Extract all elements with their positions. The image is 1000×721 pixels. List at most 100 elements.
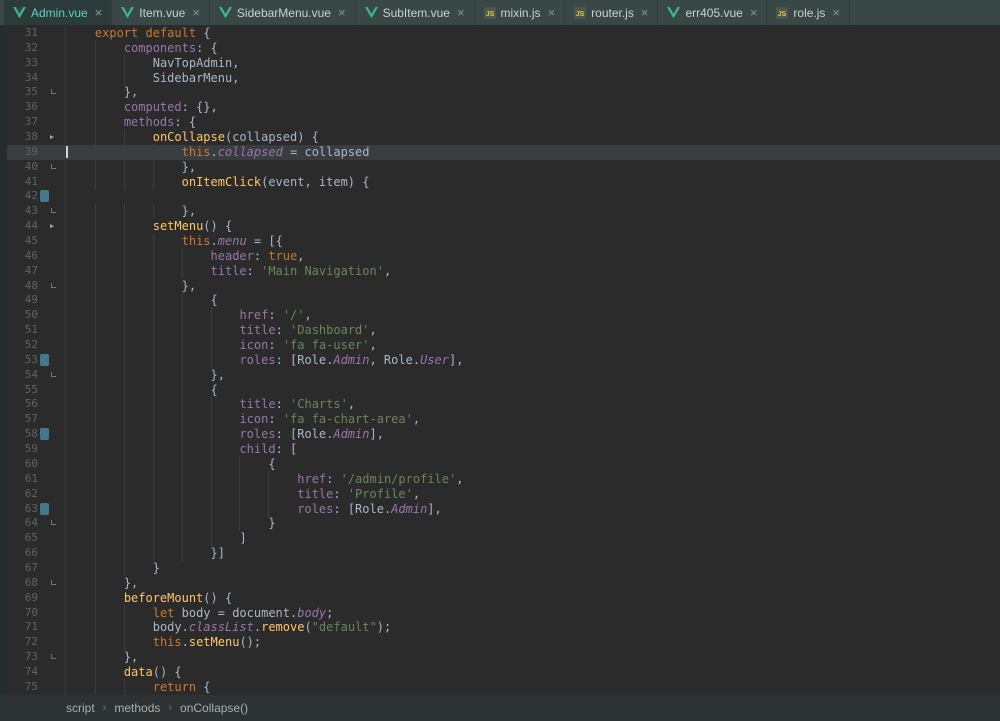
code-text[interactable]: }, xyxy=(66,576,1000,591)
code-line-56[interactable]: 56 title: 'Charts', xyxy=(0,397,1000,412)
gutter[interactable] xyxy=(44,650,66,665)
code-line-64[interactable]: 64 } xyxy=(0,516,1000,531)
code-line-47[interactable]: 47 title: 'Main Navigation', xyxy=(0,264,1000,279)
gutter[interactable] xyxy=(44,531,66,546)
code-text[interactable]: methods: { xyxy=(66,115,1000,130)
fold-end-icon[interactable] xyxy=(51,372,56,377)
code-text[interactable]: header: true, xyxy=(66,249,1000,264)
fold-end-icon[interactable] xyxy=(51,89,56,94)
tab-item-vue[interactable]: Item.vue× xyxy=(112,0,210,25)
code-text[interactable]: }, xyxy=(66,279,1000,294)
gutter[interactable] xyxy=(44,100,66,115)
gutter[interactable] xyxy=(44,279,66,294)
gutter[interactable] xyxy=(44,234,66,249)
gutter[interactable] xyxy=(44,323,66,338)
code-line-35[interactable]: 35 }, xyxy=(0,85,1000,100)
gutter[interactable] xyxy=(44,204,66,219)
code-line-55[interactable]: 55 { xyxy=(0,383,1000,398)
code-line-33[interactable]: 33 NavTopAdmin, xyxy=(0,56,1000,71)
code-text[interactable]: href: '/', xyxy=(66,308,1000,323)
fold-end-icon[interactable] xyxy=(51,520,56,525)
tab-close-icon[interactable]: × xyxy=(338,6,346,19)
code-line-48[interactable]: 48 }, xyxy=(0,279,1000,294)
gutter[interactable] xyxy=(44,472,66,487)
code-text[interactable]: }, xyxy=(66,204,1000,219)
gutter[interactable] xyxy=(44,546,66,561)
code-line-70[interactable]: 70 let body = document.body; xyxy=(0,606,1000,621)
code-line-59[interactable]: 59 child: [ xyxy=(0,442,1000,457)
code-line-66[interactable]: 66 }] xyxy=(0,546,1000,561)
code-line-40[interactable]: 40 }, xyxy=(0,160,1000,175)
code-text[interactable]: beforeMount() { xyxy=(66,591,1000,606)
code-text[interactable]: this.setMenu(); xyxy=(66,635,1000,650)
code-line-65[interactable]: 65 ] xyxy=(0,531,1000,546)
gutter[interactable] xyxy=(44,665,66,680)
tab-close-icon[interactable]: × xyxy=(95,6,103,19)
gutter[interactable] xyxy=(44,189,66,204)
code-text[interactable]: roles: [Role.Admin], xyxy=(66,502,1000,517)
gutter[interactable] xyxy=(44,56,66,71)
gutter[interactable] xyxy=(44,293,66,308)
gutter[interactable] xyxy=(44,71,66,86)
code-line-41[interactable]: 41 onItemClick(event, item) { xyxy=(0,175,1000,190)
code-text[interactable]: computed: {}, xyxy=(66,100,1000,115)
breadcrumb-item[interactable]: script xyxy=(64,701,97,715)
gutter[interactable] xyxy=(44,442,66,457)
gutter[interactable] xyxy=(44,26,66,41)
tab-mixin-js[interactable]: JSmixin.js× xyxy=(475,0,566,25)
code-line-61[interactable]: 61 href: '/admin/profile', xyxy=(0,472,1000,487)
code-line-54[interactable]: 54 }, xyxy=(0,368,1000,383)
code-line-68[interactable]: 68 }, xyxy=(0,576,1000,591)
code-text[interactable]: title: 'Dashboard', xyxy=(66,323,1000,338)
code-text[interactable]: }, xyxy=(66,85,1000,100)
code-line-39[interactable]: 39 this.collapsed = collapsed xyxy=(0,145,1000,160)
code-text[interactable]: components: { xyxy=(66,41,1000,56)
code-text[interactable]: NavTopAdmin, xyxy=(66,56,1000,71)
gutter[interactable] xyxy=(44,85,66,100)
code-line-37[interactable]: 37 methods: { xyxy=(0,115,1000,130)
code-text[interactable]: child: [ xyxy=(66,442,1000,457)
gutter[interactable] xyxy=(44,576,66,591)
gutter[interactable]: ▶ xyxy=(44,219,66,234)
fold-end-icon[interactable] xyxy=(51,208,56,213)
tab-sidebarmenu-vue[interactable]: SidebarMenu.vue× xyxy=(210,0,356,25)
code-text[interactable]: return { xyxy=(66,680,1000,695)
code-line-72[interactable]: 72 this.setMenu(); xyxy=(0,635,1000,650)
gutter[interactable] xyxy=(44,175,66,190)
tab-admin-vue[interactable]: Admin.vue× xyxy=(4,0,112,25)
code-text[interactable]: href: '/admin/profile', xyxy=(66,472,1000,487)
gutter[interactable] xyxy=(44,591,66,606)
code-line-75[interactable]: 75 return { xyxy=(0,680,1000,695)
breadcrumb-item[interactable]: methods xyxy=(112,701,162,715)
code-text[interactable]: onCollapse(collapsed) { xyxy=(66,130,1000,145)
tab-role-js[interactable]: JSrole.js× xyxy=(767,0,850,25)
code-line-51[interactable]: 51 title: 'Dashboard', xyxy=(0,323,1000,338)
code-line-67[interactable]: 67 } xyxy=(0,561,1000,576)
gutter[interactable] xyxy=(44,561,66,576)
code-text[interactable]: } xyxy=(66,516,1000,531)
gutter[interactable] xyxy=(44,353,66,368)
code-line-44[interactable]: 44▶ setMenu() { xyxy=(0,219,1000,234)
code-line-63[interactable]: 63 roles: [Role.Admin], xyxy=(0,502,1000,517)
code-line-57[interactable]: 57 icon: 'fa fa-chart-area', xyxy=(0,412,1000,427)
tab-close-icon[interactable]: × xyxy=(750,6,758,19)
tab-subitem-vue[interactable]: SubItem.vue× xyxy=(356,0,475,25)
code-line-32[interactable]: 32 components: { xyxy=(0,41,1000,56)
code-text[interactable]: { xyxy=(66,457,1000,472)
code-text[interactable]: { xyxy=(66,383,1000,398)
gutter[interactable] xyxy=(44,606,66,621)
gutter[interactable] xyxy=(44,635,66,650)
fold-arrow-icon[interactable]: ▶ xyxy=(50,219,54,234)
gutter[interactable] xyxy=(44,383,66,398)
gutter[interactable] xyxy=(44,487,66,502)
gutter[interactable] xyxy=(44,412,66,427)
code-text[interactable]: }, xyxy=(66,650,1000,665)
code-line-43[interactable]: 43 }, xyxy=(0,204,1000,219)
code-line-58[interactable]: 58 roles: [Role.Admin], xyxy=(0,427,1000,442)
code-line-36[interactable]: 36 computed: {}, xyxy=(0,100,1000,115)
gutter[interactable] xyxy=(44,115,66,130)
gutter[interactable] xyxy=(44,368,66,383)
code-text[interactable]: setMenu() { xyxy=(66,219,1000,234)
code-text[interactable] xyxy=(66,189,1000,204)
breadcrumb-item[interactable]: onCollapse() xyxy=(178,701,250,715)
